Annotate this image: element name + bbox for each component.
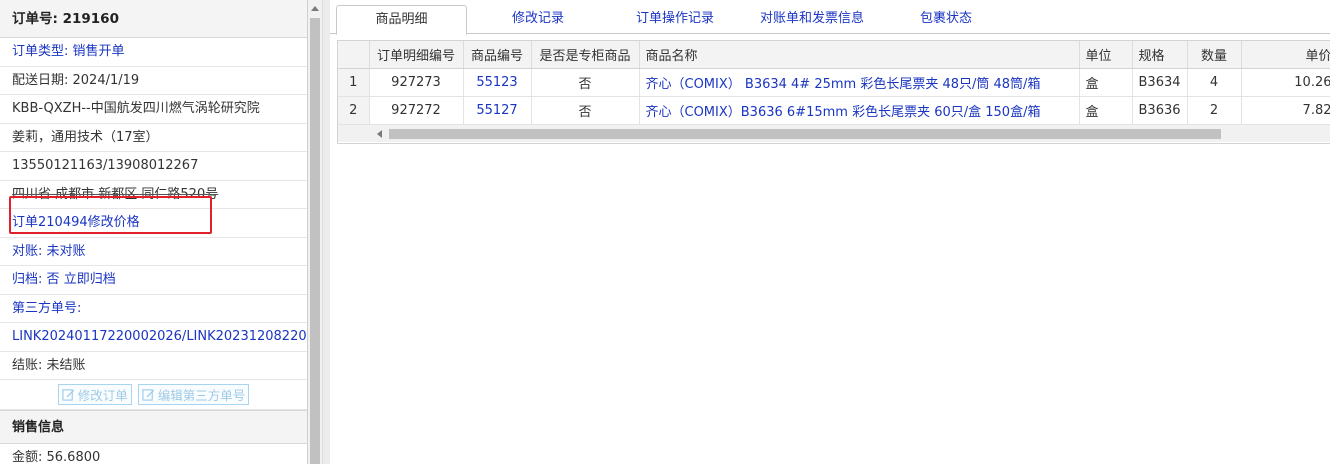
reconcile-label: 对账: <box>12 243 43 259</box>
edit-third-party-label: 编辑第三方单号 <box>157 388 246 403</box>
third-party-label-row: 第三方单号: <box>0 295 307 323</box>
contact-person: 姜莉，通用技术（17室） <box>0 124 307 152</box>
contact-phones: 13550121163/13908012267 <box>0 152 307 181</box>
edit-icon <box>142 389 154 401</box>
edit-third-party-button[interactable]: 编辑第三方单号 <box>137 384 250 405</box>
is-counter-cell: 否 <box>531 68 640 97</box>
archive-now-link[interactable]: 立即归档 <box>64 272 116 287</box>
quantity-cell: 2 <box>1187 96 1242 125</box>
third-party-value-row: LINK20240117220002026/LINK20231208220003… <box>0 323 307 352</box>
price-change-link[interactable]: 订单210494修改价格 <box>12 215 140 230</box>
order-info-content: 订单号: 219160 订单类型: 销售开单 配送日期: 2024/1/19 K… <box>0 0 308 464</box>
table-row[interactable]: 2 927272 55127 否 齐心（COMIX）B3636 6#15mm 彩… <box>338 96 1330 125</box>
order-type-label: 订单类型: <box>12 44 69 59</box>
left-vertical-scrollbar[interactable] <box>308 0 322 464</box>
archive-label: 归档: <box>12 272 43 287</box>
product-name-link[interactable]: 齐心（COMIX）B3636 6#15mm 彩色长尾票夹 60只/盒 150盒/… <box>639 96 1080 125</box>
detail-panel: 商品明细 修改记录 订单操作记录 对账单和发票信息 包裹状态 订单明细编号 商品… <box>330 0 1330 464</box>
unit-price-cell: 7.82 <box>1241 96 1330 125</box>
edit-order-label: 修改订单 <box>77 388 128 403</box>
product-id-link[interactable]: 55127 <box>463 96 532 125</box>
product-id-link[interactable]: 55123 <box>463 68 532 97</box>
archive-status-row: 归档: 否 立即归档 <box>0 266 307 295</box>
edit-order-button[interactable]: 修改订单 <box>57 384 132 405</box>
product-table: 订单明细编号 商品编号 是否是专柜商品 商品名称 单位 规格 数量 单价 1 9… <box>338 41 1330 125</box>
order-info-panel: 订单号: 219160 订单类型: 销售开单 配送日期: 2024/1/19 K… <box>0 0 322 464</box>
scrollbar-thumb[interactable] <box>310 18 320 464</box>
scroll-left-arrow-icon[interactable] <box>372 125 386 142</box>
product-name-link[interactable]: 齐心（COMIX） B3634 4# 25mm 彩色长尾票夹 48只/筒 48筒… <box>639 68 1080 97</box>
panel-splitter[interactable] <box>322 0 330 464</box>
third-party-numbers: LINK20240117220002026/LINK20231208220003… <box>12 329 307 344</box>
header-detail-id[interactable]: 订单明细编号 <box>369 41 464 69</box>
detail-tabs: 商品明细 修改记录 订单操作记录 对账单和发票信息 包裹状态 <box>330 0 1330 35</box>
order-number-label: 订单号: <box>12 11 58 27</box>
scroll-up-arrow-icon[interactable] <box>308 0 322 16</box>
header-product-id[interactable]: 商品编号 <box>463 41 532 69</box>
archive-value: 否 <box>46 272 60 287</box>
detail-id-cell: 927273 <box>369 68 464 97</box>
row-number: 1 <box>338 68 370 97</box>
header-product-name[interactable]: 商品名称 <box>639 41 1080 69</box>
table-header-row: 订单明细编号 商品编号 是否是专柜商品 商品名称 单位 规格 数量 单价 <box>338 41 1330 69</box>
header-rownum <box>338 41 370 69</box>
tab-product-details[interactable]: 商品明细 <box>336 5 467 35</box>
product-detail-grid: 订单明细编号 商品编号 是否是专柜商品 商品名称 单位 规格 数量 单价 1 9… <box>337 40 1330 144</box>
delivery-address-text: 四川省 成都市 新都区 同仁路520号 <box>12 186 219 202</box>
third-party-label: 第三方单号: <box>12 300 82 316</box>
unit-cell: 盒 <box>1079 68 1133 97</box>
header-quantity[interactable]: 数量 <box>1187 41 1242 69</box>
reconcile-value: 未对账 <box>46 243 86 259</box>
order-type-row: 订单类型: 销售开单 <box>0 38 307 67</box>
scrollbar-thumb[interactable] <box>389 129 1221 139</box>
order-number-value: 219160 <box>62 11 119 27</box>
tab-statement-invoice[interactable]: 对账单和发票信息 <box>742 5 882 34</box>
is-counter-cell: 否 <box>531 96 640 125</box>
header-unit[interactable]: 单位 <box>1079 41 1133 69</box>
detail-id-cell: 927272 <box>369 96 464 125</box>
delivery-address: 四川省 成都市 新都区 同仁路520号 <box>0 181 307 209</box>
reconcile-status-row: 对账: 未对账 <box>0 238 307 266</box>
tab-change-log[interactable]: 修改记录 <box>478 5 598 34</box>
spec-cell: B3636 <box>1132 96 1188 125</box>
customer-name: KBB-QXZH--中国航发四川燃气涡轮研究院 <box>0 95 307 124</box>
tab-package-status[interactable]: 包裹状态 <box>896 5 996 34</box>
price-change-row: 订单210494修改价格 <box>0 209 307 238</box>
header-unit-price[interactable]: 单价 <box>1241 41 1330 69</box>
order-number-header: 订单号: 219160 <box>0 0 307 38</box>
edit-icon <box>62 389 74 401</box>
header-is-counter[interactable]: 是否是专柜商品 <box>531 41 640 69</box>
order-type-value: 销售开单 <box>72 44 125 59</box>
order-action-buttons: 修改订单 编辑第三方单号 <box>0 380 307 410</box>
row-number: 2 <box>338 96 370 125</box>
settlement-status: 结账: 未结账 <box>0 352 307 380</box>
grid-horizontal-scrollbar[interactable] <box>338 125 1330 142</box>
delivery-date: 配送日期: 2024/1/19 <box>0 67 307 95</box>
spec-cell: B3634 <box>1132 68 1188 97</box>
quantity-cell: 4 <box>1187 68 1242 97</box>
tab-order-operation-log[interactable]: 订单操作记录 <box>610 5 740 34</box>
sales-info-header: 销售信息 <box>0 410 307 444</box>
sales-amount: 金额: 56.6800 <box>0 444 307 464</box>
unit-price-cell: 10.26 <box>1241 68 1330 97</box>
unit-cell: 盒 <box>1079 96 1133 125</box>
table-row[interactable]: 1 927273 55123 否 齐心（COMIX） B3634 4# 25mm… <box>338 68 1330 97</box>
header-spec[interactable]: 规格 <box>1132 41 1188 69</box>
